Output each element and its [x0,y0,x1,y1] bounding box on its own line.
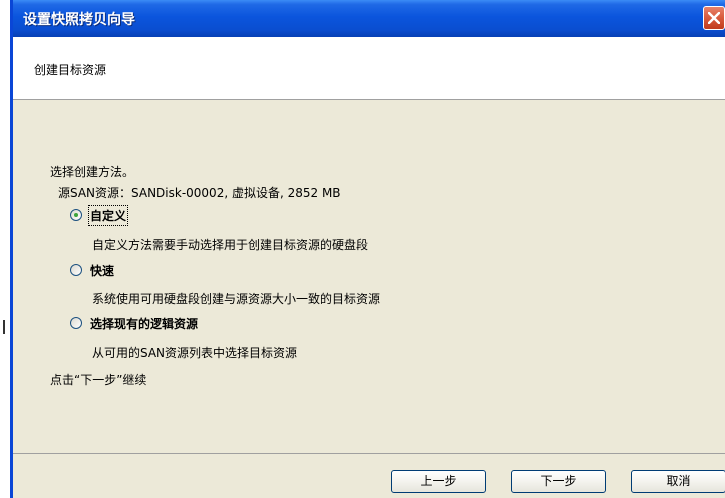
wizard-dialog: 设置快照拷贝向导 创建目标资源 选择创建方法。 源SAN资源：SANDisk-0… [10,0,725,498]
close-button[interactable] [703,6,725,30]
footer-divider [13,453,725,454]
option-existing-logical-label[interactable]: 选择现有的逻辑资源 [90,315,198,332]
option-quick-label[interactable]: 快速 [90,262,114,279]
edge-mark [3,320,5,334]
background-edge [0,0,10,498]
window-title: 设置快照拷贝向导 [23,12,135,28]
back-button-label: 上一步 [420,474,457,488]
back-button[interactable]: 上一步 [391,470,486,493]
cancel-button[interactable]: 取消 [631,470,725,493]
radio-quick[interactable] [70,264,82,276]
continue-hint: 点击“下一步”继续 [50,373,147,387]
radio-selected-dot [74,213,78,217]
source-resource-info: 源SAN资源：SANDisk-00002, 虚拟设备, 2852 MB [58,186,341,200]
option-custom-label[interactable]: 自定义 [87,205,129,226]
page-title: 创建目标资源 [34,63,107,77]
option-custom-description: 自定义方法需要手动选择用于创建目标资源的硬盘段 [92,238,369,252]
next-button[interactable]: 下一步 [511,470,606,493]
method-prompt: 选择创建方法。 [50,165,135,179]
radio-existing-logical[interactable] [70,317,82,329]
next-button-label: 下一步 [540,474,577,488]
cancel-button-label: 取消 [666,474,691,488]
option-existing-logical-description: 从可用的SAN资源列表中选择目标资源 [92,346,298,360]
title-bar[interactable]: 设置快照拷贝向导 [13,0,725,37]
option-quick-description: 系统使用可用硬盘段创建与源资源大小一致的目标资源 [92,292,381,306]
close-icon [708,12,720,24]
wizard-header: 创建目标资源 [13,37,725,100]
radio-custom[interactable] [70,209,82,221]
